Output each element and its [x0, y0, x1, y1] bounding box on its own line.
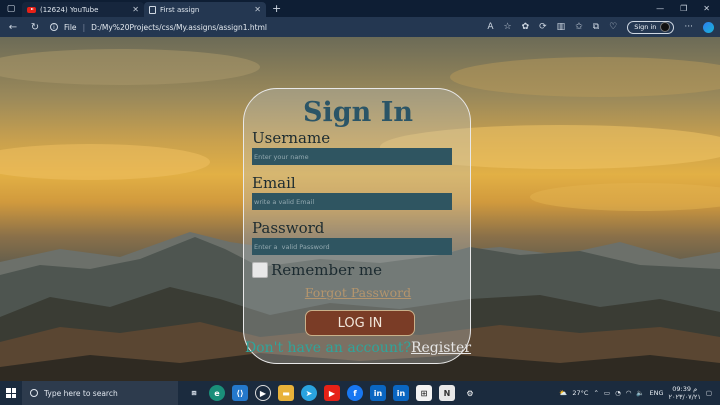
forgot-password-link[interactable]: Forgot Password: [244, 285, 472, 300]
url-text[interactable]: D:/My%20Projects/css/My.assigns/assign1.…: [91, 23, 267, 32]
email-input[interactable]: [252, 193, 452, 210]
split-screen-icon[interactable]: ▥: [557, 22, 566, 32]
edge-icon[interactable]: e: [209, 385, 225, 401]
more-menu-icon[interactable]: ···: [684, 22, 693, 32]
page-icon: [149, 5, 156, 14]
system-tray: ⛅ 27°C ⌃ ▭ ◔ ◠ 🔈 ENG 09:39 م ٢٠٢٣/٠٧/٢١ …: [559, 385, 720, 401]
minimize-icon[interactable]: —: [656, 4, 664, 13]
battery-icon[interactable]: ▭: [604, 389, 610, 397]
maximize-icon[interactable]: ❐: [680, 4, 687, 13]
performance-icon[interactable]: ♡: [609, 22, 617, 32]
clock[interactable]: 09:39 م ٢٠٢٣/٠٧/٢١: [669, 385, 701, 401]
remember-me-checkbox[interactable]: [252, 262, 268, 278]
new-tab-icon[interactable]: +: [272, 2, 281, 15]
vscode-icon[interactable]: ⟨⟩: [232, 385, 248, 401]
start-button[interactable]: [0, 381, 22, 405]
file-explorer-icon[interactable]: ▬: [278, 385, 294, 401]
refresh-icon[interactable]: ↻: [28, 22, 42, 33]
read-aloud-icon[interactable]: A: [487, 22, 493, 32]
refresh-extension-icon[interactable]: ⟳: [539, 22, 547, 32]
network-icon[interactable]: ◔: [615, 389, 621, 397]
facebook-icon[interactable]: f: [347, 385, 363, 401]
tab-first-assign[interactable]: First assign ✕: [144, 2, 266, 17]
weather-icon[interactable]: ⛅: [559, 389, 567, 397]
clock-date: ٢٠٢٣/٠٧/٢١: [668, 393, 701, 401]
collections-icon[interactable]: ⧉: [593, 22, 599, 32]
youtube-icon: [27, 6, 36, 13]
volume-icon[interactable]: 🔈: [636, 389, 644, 397]
register-link[interactable]: Register: [411, 340, 471, 356]
browser-toolbar: A ☆ ✿ ⟳ ▥ ✩ ⧉ ♡ Sign in ···: [487, 20, 714, 34]
login-button[interactable]: LOG IN: [305, 310, 415, 336]
remember-me-label: Remember me: [271, 261, 383, 279]
telegram-icon[interactable]: ➤: [301, 385, 317, 401]
wifi-icon[interactable]: ◠: [626, 389, 632, 397]
form-title: Sign In: [303, 97, 413, 128]
tab-youtube[interactable]: (12624) YouTube ✕: [22, 2, 144, 17]
sign-in-label: Sign in: [634, 23, 657, 31]
file-label: File: [64, 22, 77, 32]
password-input[interactable]: [252, 238, 452, 255]
store-icon[interactable]: ⊞: [416, 385, 432, 401]
tab-actions-icon: ▢: [6, 3, 16, 14]
language-indicator[interactable]: ENG: [650, 389, 664, 397]
extension-icon[interactable]: ✿: [522, 22, 530, 32]
url-box[interactable]: i File | D:/My%20Projects/css/My.assigns…: [50, 19, 479, 35]
windows-logo-icon: [6, 388, 16, 398]
email-label: Email: [252, 174, 296, 192]
sign-in-button[interactable]: Sign in: [627, 20, 675, 34]
windows-taskbar: Type here to search ⧈ e ⟨⟩ ▶ ▬ ➤ ▶ f in …: [0, 381, 720, 405]
bing-copilot-icon[interactable]: [703, 21, 714, 33]
no-account-row: Don't have an account?Register: [244, 340, 472, 356]
remember-me[interactable]: Remember me: [252, 261, 382, 279]
no-account-text: Don't have an account?: [244, 340, 411, 356]
search-icon: [30, 389, 38, 397]
media-player-icon[interactable]: ▶: [255, 385, 271, 401]
notion-icon[interactable]: N: [439, 385, 455, 401]
favorites-icon[interactable]: ✩: [575, 22, 583, 32]
settings-gear-icon[interactable]: ⚙: [462, 385, 478, 401]
favorite-star-icon[interactable]: ☆: [503, 22, 511, 32]
taskbar-search[interactable]: Type here to search: [22, 381, 178, 405]
username-label: Username: [252, 129, 331, 147]
back-icon[interactable]: ←: [6, 22, 20, 33]
close-window-icon[interactable]: ✕: [703, 4, 710, 13]
linkedin-icon-2[interactable]: in: [393, 385, 409, 401]
sign-in-form: Sign In Username Email Password Remember…: [243, 88, 471, 364]
password-label: Password: [252, 219, 325, 237]
tab-actions-button[interactable]: ▢: [0, 0, 22, 17]
username-input[interactable]: [252, 148, 452, 165]
window-controls: — ❐ ✕: [656, 4, 720, 13]
avatar: [660, 22, 671, 32]
youtube-taskbar-icon[interactable]: ▶: [324, 385, 340, 401]
web-page: Sign In Username Email Password Remember…: [0, 37, 720, 381]
close-tab-icon[interactable]: ✕: [254, 5, 261, 14]
tab-title: First assign: [160, 5, 200, 14]
linkedin-icon[interactable]: in: [370, 385, 386, 401]
taskbar-apps: ⧈ e ⟨⟩ ▶ ▬ ➤ ▶ f in in ⊞ N ⚙: [178, 385, 478, 401]
clock-time: 09:39 م: [672, 385, 698, 393]
notifications-icon[interactable]: ▢: [706, 389, 712, 397]
tab-title: (12624) YouTube: [40, 5, 99, 14]
task-view-icon[interactable]: ⧈: [186, 385, 202, 401]
chevron-up-icon[interactable]: ⌃: [593, 389, 598, 397]
close-tab-icon[interactable]: ✕: [132, 5, 139, 14]
search-placeholder: Type here to search: [44, 388, 118, 398]
address-bar: ← ↻ i File | D:/My%20Projects/css/My.ass…: [0, 17, 720, 37]
weather-temp[interactable]: 27°C: [572, 389, 588, 397]
info-icon[interactable]: i: [50, 23, 58, 31]
url-separator: |: [82, 22, 86, 32]
browser-tab-bar: ▢ (12624) YouTube ✕ First assign ✕ + — ❐…: [0, 0, 720, 17]
